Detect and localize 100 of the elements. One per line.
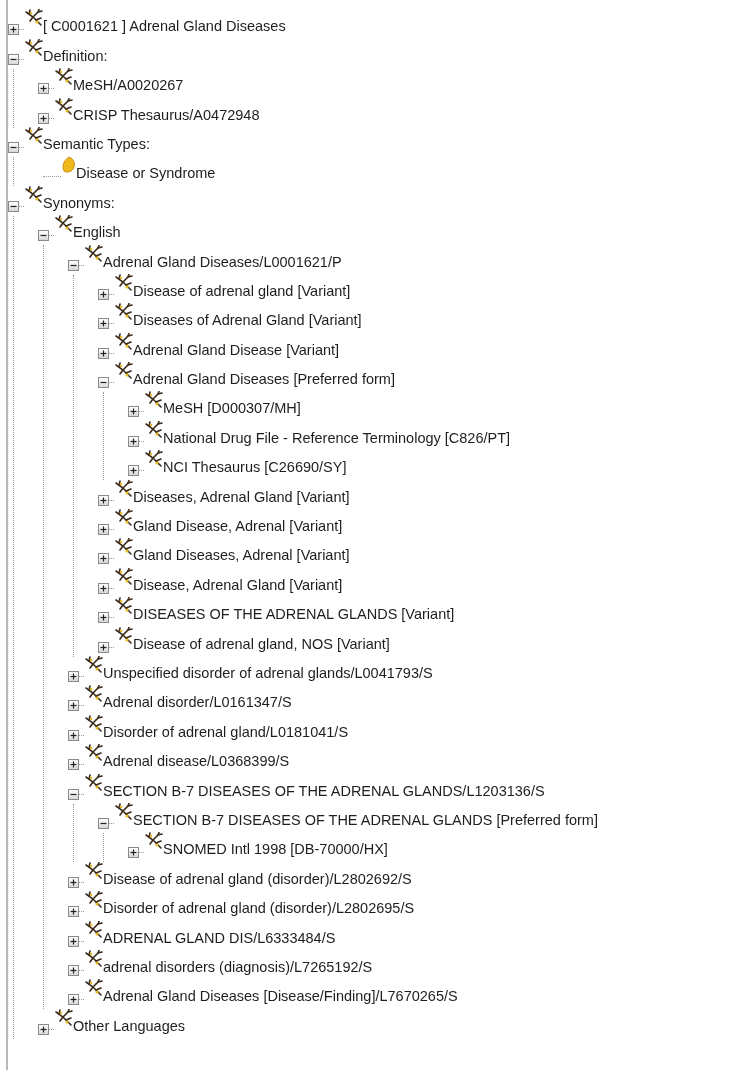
branch-icon [84,656,104,674]
tree-item-label[interactable]: Diseases of Adrenal Gland [Variant] [133,311,362,330]
expand-toggle[interactable] [98,612,109,624]
collapse-toggle[interactable] [8,141,19,153]
expand-toggle[interactable] [98,318,109,330]
branch-icon [84,744,104,763]
plus-icon [70,731,77,739]
expand-toggle[interactable] [128,435,139,447]
plus-icon [100,584,107,592]
tree-item-label[interactable]: Other Languages [73,1016,186,1035]
branch-icon [84,949,104,968]
branch-icon [114,273,134,292]
branch-icon [24,126,44,145]
collapse-toggle[interactable] [68,788,79,800]
tree-item-label[interactable]: Adrenal disorder/L0161347/S [103,693,292,712]
branch-icon [84,685,104,704]
expand-toggle[interactable] [38,1023,49,1035]
plus-icon [70,878,77,886]
expand-toggle[interactable] [68,700,79,712]
tree-item-label[interactable]: MeSH [D000307/MH] [163,399,301,418]
branch-icon [54,215,74,234]
tree-item-label[interactable]: Disease of adrenal gland, NOS [Variant] [133,634,390,653]
plus-icon [70,937,77,945]
tree-item-label[interactable]: NCI Thesaurus [C26690/SY] [163,458,347,477]
collapse-toggle[interactable] [38,230,49,242]
tree-item-label[interactable]: Gland Diseases, Adrenal [Variant] [133,546,350,565]
tree-item-label[interactable]: Adrenal Gland Diseases/L0001621/P [103,252,342,271]
plus-icon [100,320,107,328]
tree-item-label[interactable]: Gland Disease, Adrenal [Variant] [133,517,343,536]
tree-item-label[interactable]: Unspecified disorder of adrenal glands/L0041793/S [103,664,433,682]
tree-item-label[interactable]: Adrenal Gland Diseases [Preferred form] [133,370,395,389]
expand-toggle[interactable] [68,729,79,741]
expand-toggle[interactable] [68,964,79,976]
tree-item-label[interactable]: CRISP Thesaurus/A0472948 [73,105,260,124]
expand-toggle[interactable] [128,465,139,477]
branch-icon [24,185,44,204]
tree-item-label[interactable]: SECTION B-7 DISEASES OF THE ADRENAL GLANDS/L1203136/S [103,781,545,800]
tree-item-label[interactable]: Adrenal Gland Diseases [Disease/Finding]/L7670265/S [103,987,458,1006]
tree-item-label[interactable]: Adrenal Gland Disease [Variant] [133,340,340,359]
expand-toggle[interactable] [38,83,49,95]
expand-toggle[interactable] [68,935,79,947]
branch-icon [24,9,44,28]
tree-item-label[interactable]: Diseases, Adrenal Gland [Variant] [133,487,350,506]
expand-toggle[interactable] [38,112,49,124]
expand-toggle[interactable] [68,906,79,918]
tree-item-label[interactable]: MeSH/A0020267 [73,76,184,95]
expand-toggle[interactable] [98,494,109,506]
collapse-toggle[interactable] [98,817,109,829]
expand-toggle[interactable] [98,553,109,565]
tree-item-label[interactable]: [ C0001621 ] Adrenal Gland Diseases [43,17,286,36]
tree-item-label[interactable]: English [73,223,121,242]
tree-item-label[interactable]: Disease of adrenal gland [Variant] [133,281,351,300]
expand-toggle[interactable] [68,876,79,888]
branch-icon [114,362,134,381]
plus-icon [100,496,107,504]
expand-toggle[interactable] [98,641,109,653]
plus-icon [130,408,137,416]
collapse-toggle[interactable] [98,377,109,389]
branch-icon [144,450,164,469]
tree-item-label[interactable]: Disorder of adrenal gland/L0181041/S [103,722,349,741]
tree-item-label[interactable]: Definition: [43,46,108,65]
tree-item-label[interactable]: Disease of adrenal gland (disorder)/L2802692/S [103,869,412,888]
tree-item-label[interactable]: adrenal disorders (diagnosis)/L7265192/S [103,957,373,976]
expand-toggle[interactable] [68,671,79,682]
tree-item-label[interactable]: Disease, Adrenal Gland [Variant] [133,575,343,594]
expand-toggle[interactable] [68,759,79,771]
leaf-icon [61,156,77,175]
tree-item-label[interactable]: Disease or Syndrome [76,164,216,183]
tree-item-label[interactable]: DISEASES OF THE ADRENAL GLANDS [Variant] [133,605,455,624]
plus-icon [70,966,77,974]
expand-toggle[interactable] [8,24,19,36]
expand-toggle[interactable] [98,524,109,536]
branch-icon [144,391,164,410]
expand-toggle[interactable] [98,582,109,594]
collapse-toggle[interactable] [8,53,19,65]
plus-icon [100,290,107,298]
plus-icon [100,526,107,534]
plus-icon [100,614,107,622]
expand-toggle[interactable] [68,994,79,1006]
collapse-toggle[interactable] [8,200,19,212]
tree-item-label[interactable]: National Drug File - Reference Terminology [C826/PT] [163,428,511,447]
expand-toggle[interactable] [128,406,139,418]
tree-item-label[interactable]: SNOMED Intl 1998 [DB-70000/HX] [163,840,388,859]
tree-item-label[interactable]: ADRENAL GLAND DIS/L6333484/S [103,928,336,947]
expand-toggle[interactable] [128,847,139,859]
plus-icon [100,349,107,357]
plus-icon [10,26,17,34]
tree-item-label[interactable]: Synonyms: [43,193,115,212]
tree-item-label[interactable]: Adrenal disease/L0368399/S [103,752,290,771]
tree-item-label[interactable]: SECTION B-7 DISEASES OF THE ADRENAL GLANDS [Preferred form] [133,810,598,829]
tree-item-label[interactable]: Disorder of adrenal gland (disorder)/L2802695/S [103,899,415,918]
plus-icon [70,702,77,710]
collapse-toggle[interactable] [68,259,79,271]
expand-toggle[interactable] [98,347,109,359]
plus-icon [40,85,47,93]
plus-icon [40,114,47,122]
expand-toggle[interactable] [98,288,109,300]
plus-icon [70,996,77,1004]
tree-item-label[interactable]: Semantic Types: [43,134,150,153]
plus-icon [100,555,107,563]
